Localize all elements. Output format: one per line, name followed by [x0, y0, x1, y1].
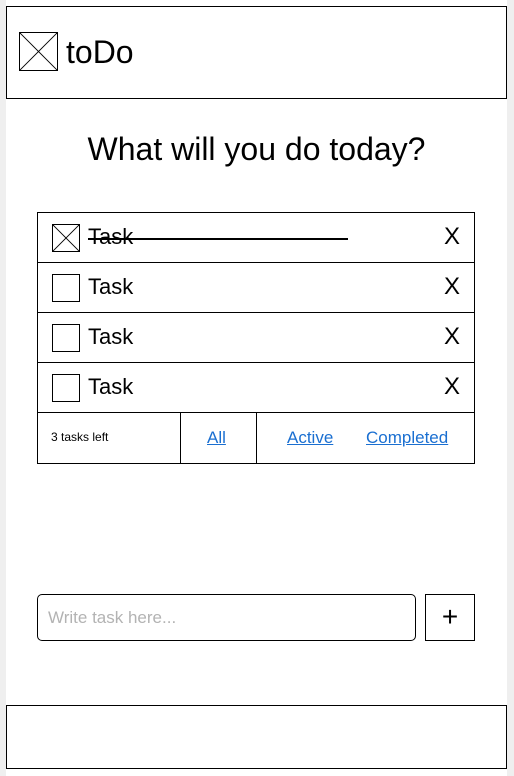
new-task-input[interactable] [37, 594, 416, 641]
filter-all-link[interactable]: All [207, 428, 226, 448]
divider [180, 413, 181, 463]
task-label: Task [88, 224, 134, 249]
divider [256, 413, 257, 463]
strikethrough-line [88, 238, 348, 240]
checkbox-checked-icon [53, 225, 79, 251]
tasks-left-count: 3 tasks left [51, 430, 109, 444]
filter-active-link[interactable]: Active [287, 428, 333, 448]
task-label: Task [88, 374, 134, 399]
task-checkbox[interactable] [52, 274, 80, 302]
filter-completed-link[interactable]: Completed [366, 428, 448, 448]
task-label: Task [88, 324, 134, 349]
delete-task-button[interactable]: X [441, 273, 463, 301]
add-task-button[interactable]: + [425, 594, 475, 641]
task-checkbox[interactable] [52, 374, 80, 402]
task-row: Task X [38, 313, 474, 363]
task-checkbox[interactable] [52, 324, 80, 352]
task-row: Task X [38, 263, 474, 313]
delete-task-button[interactable]: X [441, 223, 463, 251]
delete-task-button[interactable]: X [441, 373, 463, 401]
task-checkbox-checked[interactable] [52, 224, 80, 252]
app-header: toDo [6, 6, 507, 99]
task-list: Task X Task X Task X Task X 3 tasks left… [37, 212, 475, 464]
image-placeholder-icon [19, 32, 58, 71]
task-row: Task X [38, 213, 474, 263]
app-title: toDo [66, 34, 134, 70]
list-footer: 3 tasks left All Active Completed [38, 413, 474, 463]
task-row: Task X [38, 363, 474, 413]
delete-task-button[interactable]: X [441, 323, 463, 351]
bottom-bar [6, 705, 507, 769]
task-label: Task [88, 274, 134, 299]
page-heading: What will you do today? [87, 131, 426, 167]
